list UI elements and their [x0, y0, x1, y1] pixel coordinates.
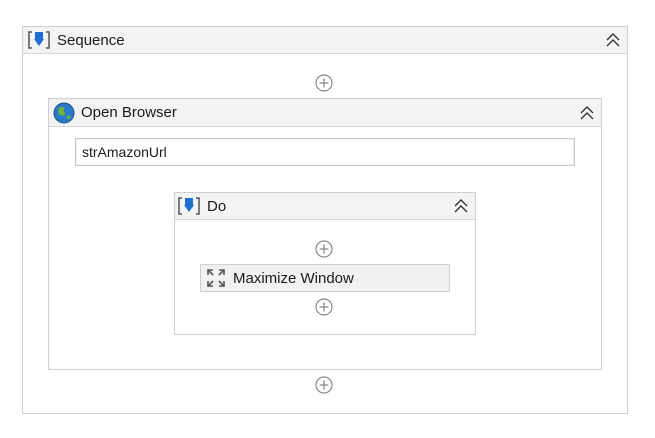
- globe-icon: [53, 102, 75, 123]
- sequence-icon: [178, 197, 200, 215]
- collapse-chevron-icon[interactable]: [579, 105, 595, 121]
- collapse-chevron-icon[interactable]: [605, 32, 621, 48]
- add-activity-icon[interactable]: [315, 240, 333, 258]
- url-input[interactable]: strAmazonUrl: [75, 138, 575, 166]
- sequence-title: Sequence: [57, 31, 125, 49]
- sequence-header[interactable]: Sequence: [23, 27, 627, 54]
- url-input-value: strAmazonUrl: [82, 144, 167, 160]
- do-title: Do: [207, 197, 227, 215]
- maximize-window-title: Maximize Window: [233, 269, 354, 287]
- do-header[interactable]: Do: [175, 193, 475, 220]
- open-browser-header[interactable]: Open Browser: [49, 99, 601, 127]
- add-activity-icon[interactable]: [315, 376, 333, 394]
- add-activity-icon[interactable]: [315, 298, 333, 316]
- maximize-window-icon: [207, 269, 225, 287]
- open-browser-title: Open Browser: [81, 104, 177, 121]
- add-activity-icon[interactable]: [315, 74, 333, 92]
- collapse-chevron-icon[interactable]: [453, 198, 469, 214]
- sequence-icon: [28, 31, 50, 49]
- maximize-window-activity[interactable]: Maximize Window: [200, 264, 450, 292]
